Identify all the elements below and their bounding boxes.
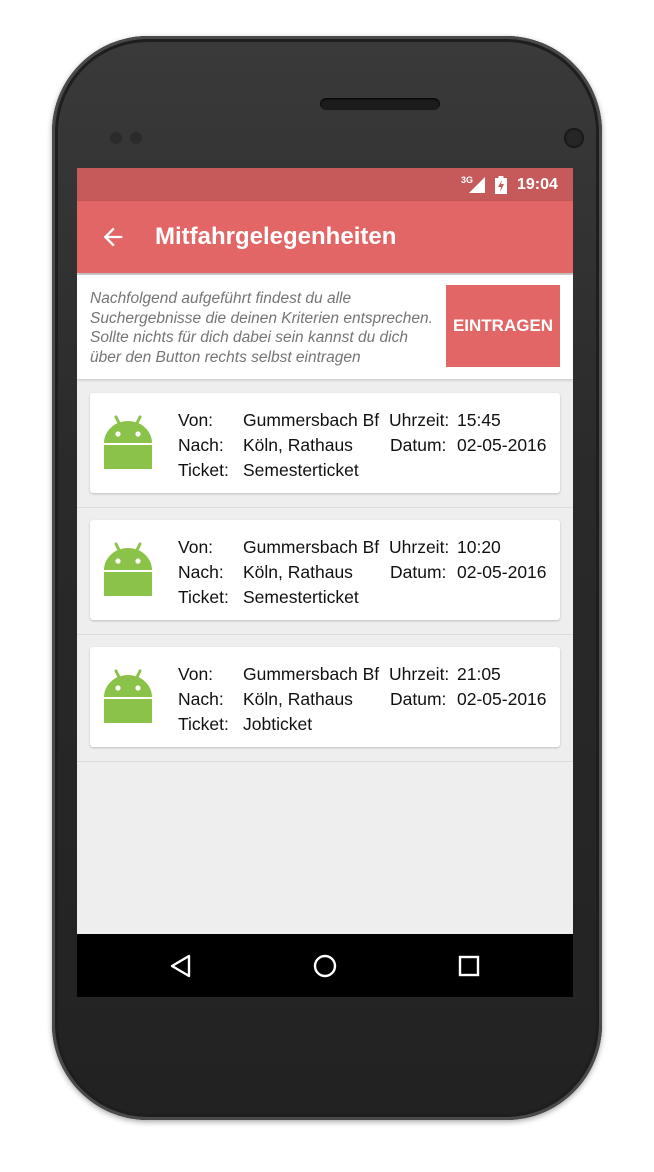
time-value: 15:45 xyxy=(457,410,501,430)
light-sensor xyxy=(130,132,142,144)
info-text: Nachfolgend aufgeführt findest du alle S… xyxy=(90,289,450,367)
screen: 3G 19:04 Mitfahrgelegenheiten Nachfolgen… xyxy=(77,168,573,997)
ticket-value: Jobticket xyxy=(243,714,313,734)
ride-card[interactable]: Von: Nach: Ticket: Gummersbach Bf Köln, … xyxy=(90,520,560,620)
eintragen-button[interactable]: EINTRAGEN xyxy=(446,285,560,367)
android-icon xyxy=(104,542,152,596)
time-label: Uhrzeit: xyxy=(389,664,450,684)
to-value: Köln, Rathaus xyxy=(243,689,353,709)
date-label: Datum: xyxy=(390,689,447,709)
from-value: Gummersbach Bf xyxy=(243,664,380,684)
app-bar: Mitfahrgelegenheiten xyxy=(77,201,573,273)
status-bar: 3G 19:04 xyxy=(77,168,573,201)
status-time: 19:04 xyxy=(517,176,558,193)
date-label: Datum: xyxy=(390,562,447,582)
front-camera xyxy=(564,128,584,148)
from-label: Von: xyxy=(178,410,214,430)
android-icon xyxy=(104,415,152,469)
back-arrow-icon[interactable] xyxy=(99,223,127,251)
to-label: Nach: xyxy=(178,689,224,709)
ride-card[interactable]: Von: Nach: Ticket: Gummersbach Bf Köln, … xyxy=(90,393,560,493)
signal-icon xyxy=(469,177,485,193)
from-label: Von: xyxy=(178,537,214,557)
nav-back-icon[interactable] xyxy=(167,952,195,980)
proximity-sensor xyxy=(110,132,122,144)
ticket-label: Ticket: xyxy=(178,714,229,734)
info-panel: Nachfolgend aufgeführt findest du alle S… xyxy=(77,275,573,379)
ride-list: Von: Nach: Ticket: Gummersbach Bf Köln, … xyxy=(77,381,573,762)
date-label: Datum: xyxy=(390,435,447,455)
ride-row: Von: Nach: Ticket: Gummersbach Bf Köln, … xyxy=(77,508,573,635)
time-value: 10:20 xyxy=(457,537,501,557)
page-title: Mitfahrgelegenheiten xyxy=(155,223,397,250)
date-value: 02-05-2016 xyxy=(457,435,547,455)
time-label: Uhrzeit: xyxy=(389,537,450,557)
from-value: Gummersbach Bf xyxy=(243,537,380,557)
from-value: Gummersbach Bf xyxy=(243,410,380,430)
to-label: Nach: xyxy=(178,562,224,582)
android-icon xyxy=(104,669,152,723)
navigation-bar xyxy=(77,934,573,997)
ride-card[interactable]: Von: Nach: Ticket: Gummersbach Bf Köln, … xyxy=(90,647,560,747)
info-line: Sollte nichts für dich dabei sein kannst… xyxy=(90,329,408,346)
date-value: 02-05-2016 xyxy=(457,689,547,709)
info-line: über den Button rechts selbst eintragen xyxy=(90,348,361,366)
ticket-value: Semesterticket xyxy=(243,460,359,480)
ride-row: Von: Nach: Ticket: Gummersbach Bf Köln, … xyxy=(77,381,573,508)
ticket-label: Ticket: xyxy=(178,460,229,480)
nav-recents-icon[interactable] xyxy=(455,952,483,980)
to-value: Köln, Rathaus xyxy=(243,562,353,582)
time-label: Uhrzeit: xyxy=(389,410,450,430)
ticket-label: Ticket: xyxy=(178,587,229,607)
to-value: Köln, Rathaus xyxy=(243,435,353,455)
nav-home-icon[interactable] xyxy=(311,952,339,980)
time-value: 21:05 xyxy=(457,664,501,684)
date-value: 02-05-2016 xyxy=(457,562,547,582)
info-line: Suchergebnisse die deinen Kriterien ents… xyxy=(90,309,433,327)
battery-charging-icon xyxy=(495,176,507,194)
info-line: Nachfolgend aufgeführt findest du alle xyxy=(90,290,352,307)
from-label: Von: xyxy=(178,664,214,684)
to-label: Nach: xyxy=(178,435,224,455)
ride-row: Von: Nach: Ticket: Gummersbach Bf Köln, … xyxy=(77,635,573,762)
ticket-value: Semesterticket xyxy=(243,587,359,607)
earpiece-speaker xyxy=(320,98,440,110)
